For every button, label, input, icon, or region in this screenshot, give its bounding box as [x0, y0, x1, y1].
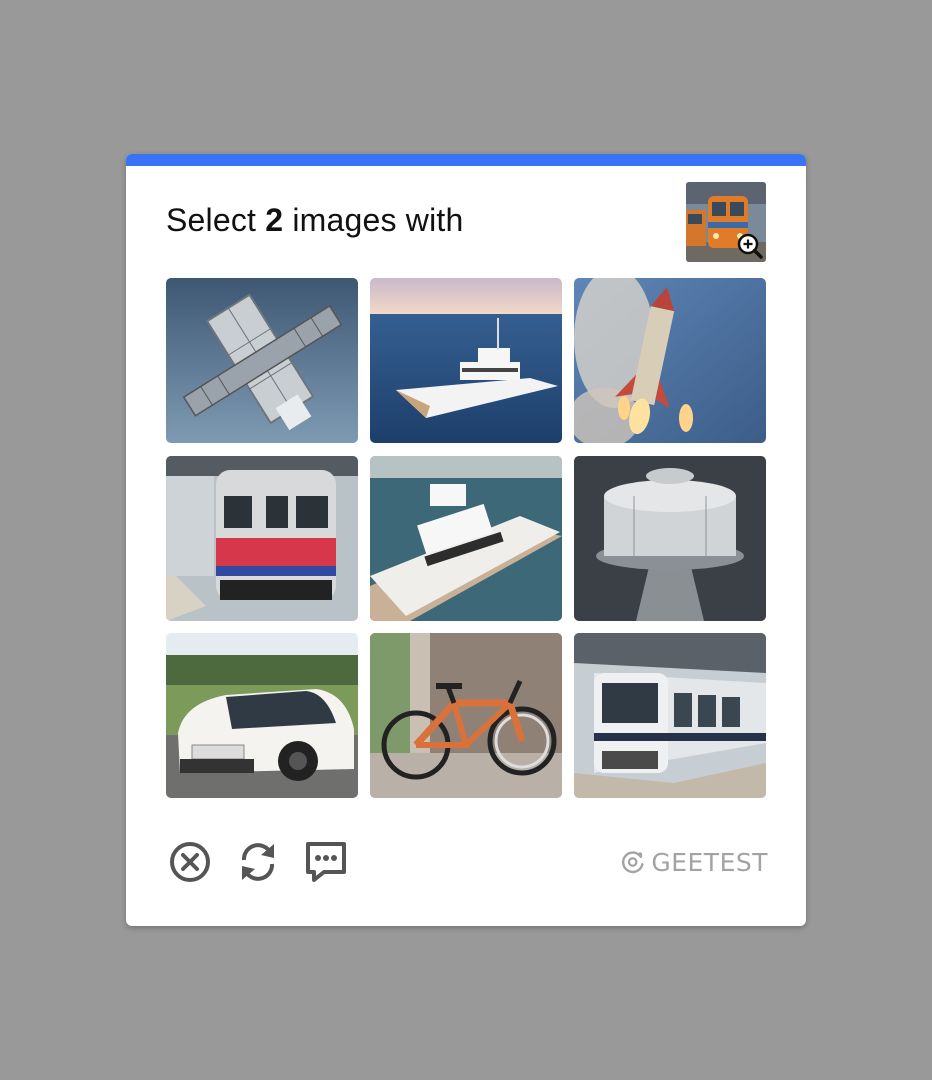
- zoom-in-icon[interactable]: [736, 232, 764, 260]
- prompt-prefix: Select: [166, 202, 257, 238]
- image-grid: [166, 278, 766, 798]
- tile-space-station-module[interactable]: [574, 456, 766, 621]
- accent-bar: [126, 154, 806, 166]
- close-circle-icon[interactable]: [166, 838, 214, 886]
- reference-image[interactable]: [686, 182, 766, 262]
- tile-red-train[interactable]: [166, 456, 358, 621]
- tile-satellite[interactable]: [166, 278, 358, 443]
- captcha-prompt: Select 2 images with: [166, 202, 463, 239]
- tile-rocket[interactable]: [574, 278, 766, 443]
- refresh-icon[interactable]: [234, 838, 282, 886]
- tile-yacht[interactable]: [370, 278, 562, 443]
- captcha-dialog: Select 2 images with GEETEST: [126, 154, 806, 926]
- feedback-chat-icon[interactable]: [302, 838, 350, 886]
- brand-text: GEETEST: [651, 847, 768, 877]
- geetest-logo: GEETEST: [620, 844, 768, 880]
- tile-silver-train[interactable]: [574, 633, 766, 798]
- tile-yacht-aerial[interactable]: [370, 456, 562, 621]
- prompt-suffix: images with: [292, 202, 464, 238]
- geetest-logo-icon: [622, 851, 644, 874]
- tile-white-car[interactable]: [166, 633, 358, 798]
- prompt-count: 2: [265, 202, 284, 238]
- tile-bicycle[interactable]: [370, 633, 562, 798]
